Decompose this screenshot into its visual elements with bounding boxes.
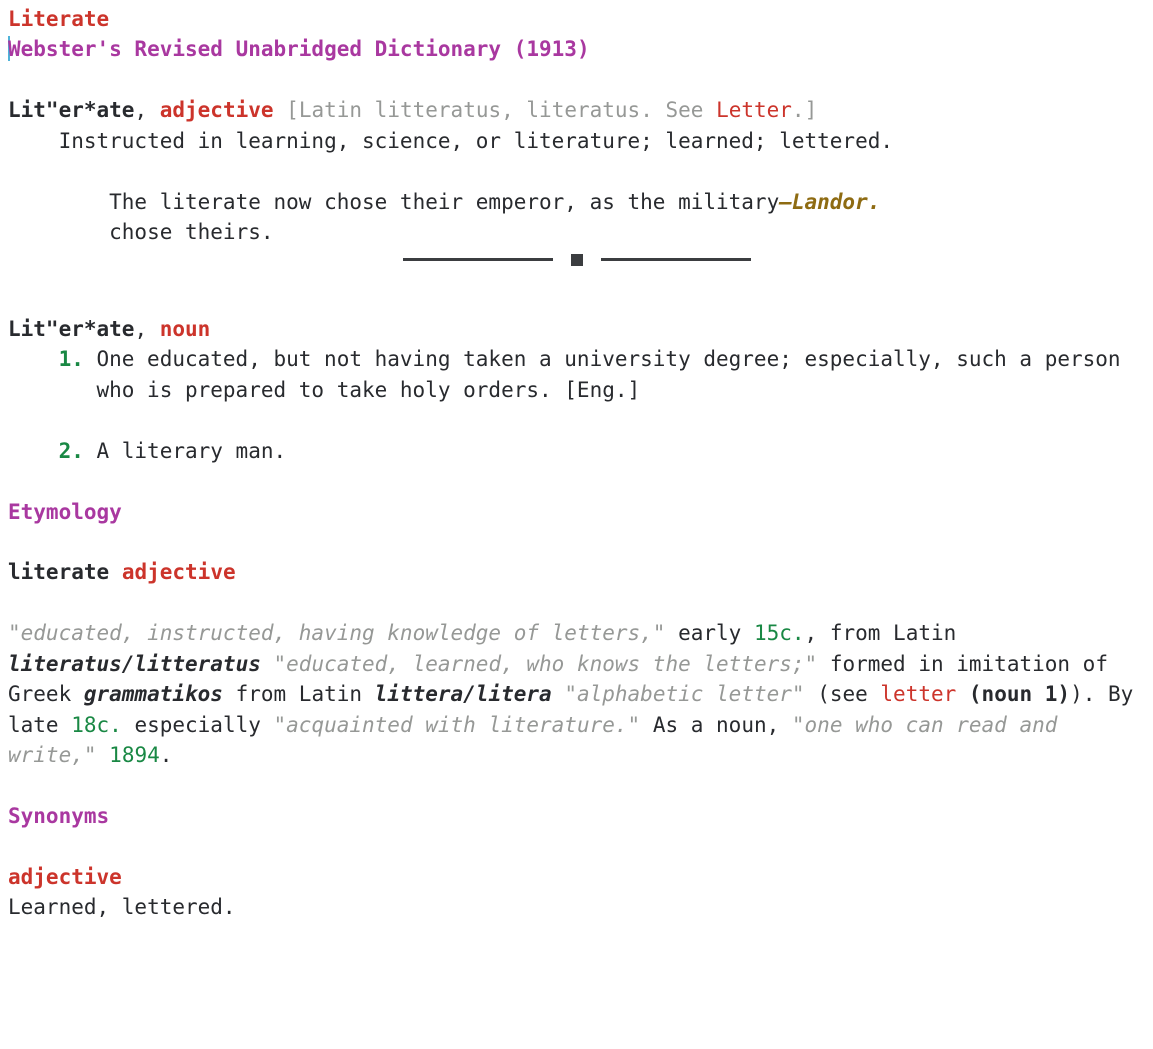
etymology-headword-line: literate adjective bbox=[8, 557, 1145, 587]
entry-adjective: Lit"er*ate, adjective [Latin litteratus,… bbox=[8, 95, 1145, 247]
etymology-inline: Latin litteratus, literatus. See bbox=[299, 98, 716, 122]
quotation-block: The literate now chose their emperor, as… bbox=[109, 187, 880, 248]
headword: Lit"er*ate bbox=[8, 98, 134, 122]
year: 1894 bbox=[109, 743, 160, 767]
year: 18c. bbox=[71, 713, 122, 737]
entry-head: Lit"er*ate, adjective [Latin litteratus,… bbox=[8, 95, 1145, 125]
see-link-letter[interactable]: Letter bbox=[716, 98, 792, 122]
bracket-open: [ bbox=[274, 98, 299, 122]
section-divider bbox=[8, 254, 1145, 266]
divider-line-right bbox=[601, 258, 751, 261]
etymology-paragraph: "educated, instructed, having knowledge … bbox=[8, 618, 1145, 770]
sense-item: A literary man. bbox=[59, 436, 1145, 466]
headword: Lit"er*ate bbox=[8, 317, 134, 341]
etymology-pos: adjective bbox=[122, 560, 236, 584]
entry-head: Lit"er*ate, noun bbox=[8, 314, 1145, 344]
part-of-speech: adjective bbox=[160, 98, 274, 122]
etymology-headword: literate bbox=[8, 560, 109, 584]
synonyms-list: Learned, lettered. bbox=[8, 892, 1145, 922]
bracket-close: .] bbox=[792, 98, 817, 122]
section-heading-etymology: Etymology bbox=[8, 497, 1145, 527]
see-link-letter[interactable]: letter bbox=[880, 682, 956, 706]
source-line: Webster's Revised Unabridged Dictionary … bbox=[8, 34, 1145, 64]
source-text: Webster's Revised Unabridged Dictionary … bbox=[8, 37, 590, 61]
sense-item: One educated, but not having taken a uni… bbox=[59, 344, 1145, 405]
entry-title: Literate bbox=[8, 4, 1145, 34]
quotation-text: The literate now chose their emperor, as… bbox=[109, 187, 779, 248]
synonyms-pos: adjective bbox=[8, 862, 1145, 892]
title-text: Literate bbox=[8, 7, 109, 31]
quotation-attribution: —Landor. bbox=[779, 187, 880, 248]
divider-line-left bbox=[403, 258, 553, 261]
divider-square-icon bbox=[571, 254, 583, 266]
part-of-speech: noun bbox=[160, 317, 211, 341]
sense-list: One educated, but not having taken a uni… bbox=[8, 344, 1145, 466]
year: 15c. bbox=[754, 621, 805, 645]
section-heading-synonyms: Synonyms bbox=[8, 801, 1145, 831]
entry-noun: Lit"er*ate, noun One educated, but not h… bbox=[8, 314, 1145, 466]
definition-text: Instructed in learning, science, or lite… bbox=[8, 126, 1145, 156]
